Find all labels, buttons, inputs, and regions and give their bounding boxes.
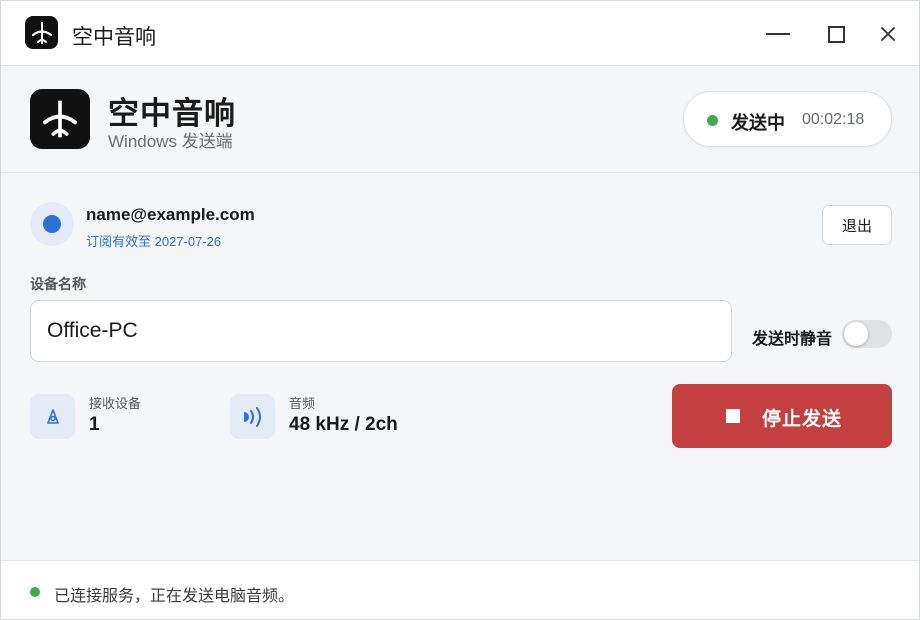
mute-toggle[interactable] [842,320,892,348]
stop-sending-button[interactable]: 停止发送 [672,384,892,448]
logout-button[interactable]: 退出 [822,205,892,245]
status-message: 已连接服务，正在发送电脑音频。 [54,588,295,605]
title-bar: 空中音响 [1,1,919,66]
sound-wave-icon [230,394,275,439]
audio-label: 音频 [289,396,316,411]
window-title: 空中音响 [72,26,156,49]
close-icon[interactable] [873,19,903,49]
stop-sending-label: 停止发送 [762,409,843,430]
minimize-icon[interactable] [763,19,793,49]
receiver-device-icon [30,394,75,439]
connection-dot [30,587,40,597]
mute-toggle-label: 发送时静音 [752,331,833,348]
status-dot [707,115,718,126]
app-header: 空中音响 Windows 发送端 发送中 00:02:18 [1,66,919,173]
device-name-label: 设备名称 [30,276,86,292]
elapsed-time: 00:02:18 [802,111,865,128]
account-email: name@example.com [86,205,255,224]
app-window: 空中音响 空中音响 Windows 发送端 发送中 00:02:18 name@… [0,0,920,620]
maximize-icon[interactable] [821,19,851,49]
audio-format: 48 kHz / 2ch [289,414,398,435]
avatar [30,202,74,246]
stop-icon [726,409,740,423]
receivers-label: 接收设备 [89,396,142,411]
airplane-icon [25,16,58,49]
subscription-info: 订阅有效至 2027-07-26 [86,234,222,249]
receivers-count: 1 [89,414,100,435]
status-label: 发送中 [731,113,785,133]
status-bar: 已连接服务，正在发送电脑音频。 [1,560,919,619]
device-name-input[interactable] [30,300,732,362]
app-subtitle: Windows 发送端 [108,132,233,151]
status-badge: 发送中 00:02:18 [683,91,892,147]
airplane-icon [30,89,90,149]
